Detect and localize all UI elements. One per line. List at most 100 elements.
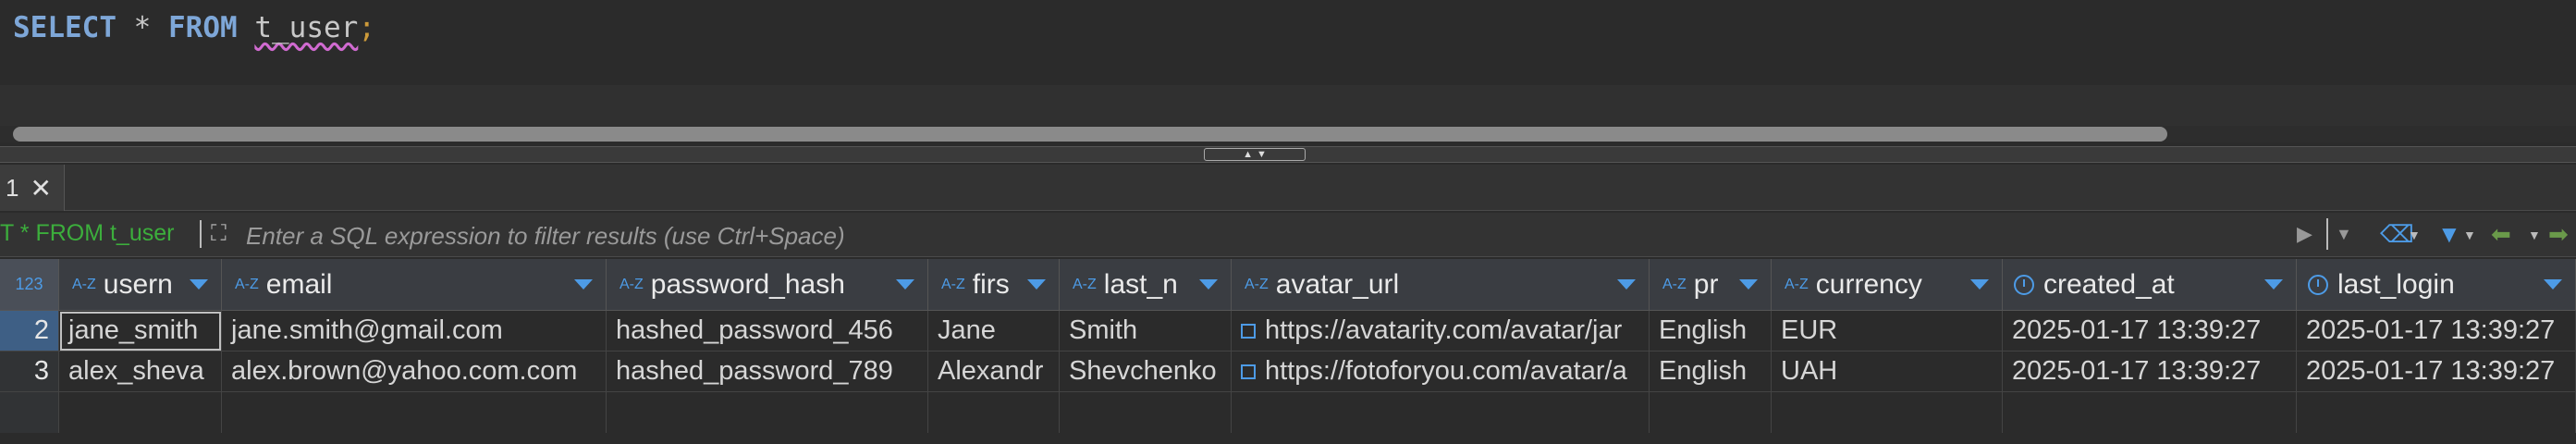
sort-dropdown-icon[interactable] [1199,279,1218,290]
text-type-icon: A-Z [235,276,259,292]
sql-editor[interactable]: SELECT * FROM t_user; [0,0,2576,146]
splitter-toggle-button[interactable]: ▲ ▼ [1204,148,1306,161]
chevron-up-icon: ▲ [1243,149,1253,160]
sort-dropdown-icon[interactable] [896,279,914,290]
sort-dropdown-icon[interactable] [1739,279,1758,290]
table-cell[interactable]: UAH [1772,352,2003,392]
text-type-icon: A-Z [941,276,965,292]
results-tab-label: 1 [6,173,19,202]
editor-scroll-thumb[interactable] [13,127,2167,142]
column-header-currency[interactable]: A-Z currency [1772,259,2003,311]
table-row[interactable]: 2 jane_smith jane.smith@gmail.com hashed_pa… [0,311,2576,352]
table-cell[interactable]: English [1650,311,1772,352]
forward-arrow-icon[interactable]: ➡ [2548,220,2569,249]
table-cell[interactable]: alex_sheva [59,352,222,392]
sort-dropdown-icon[interactable] [1970,279,1989,290]
filter-history-dropdown[interactable]: ▼ [2326,218,2363,250]
table-cell[interactable]: EUR [1772,311,2003,352]
column-header-password-hash[interactable]: A-Z password_hash [607,259,928,311]
sql-table-name: t_user [254,11,359,44]
sort-dropdown-icon[interactable] [574,279,593,290]
column-header-label: email [265,268,333,300]
filter-query-label: T * FROM t_user [0,220,175,246]
sort-dropdown-icon[interactable] [1027,279,1046,290]
table-cell [222,392,607,433]
chevron-down-icon[interactable]: ▼ [2463,228,2476,242]
chevron-down-icon: ▼ [1257,149,1267,160]
table-cell [59,392,222,433]
table-cell [1650,392,1772,433]
table-cell [1232,392,1650,433]
sort-dropdown-icon[interactable] [1617,279,1636,290]
sql-statement[interactable]: SELECT * FROM t_user; [13,11,375,44]
row-number[interactable]: 3 [0,352,59,392]
text-type-icon: A-Z [1245,276,1269,292]
column-header-last-login[interactable]: last_login [2297,259,2576,311]
column-header-last-name[interactable]: A-Z last_n [1060,259,1232,311]
column-header-username[interactable]: A-Z usern [59,259,222,311]
table-cell[interactable]: Smith [1060,311,1232,352]
results-tab-bar: 1 ✕ [0,165,2576,211]
table-cell[interactable]: 2025-01-17 13:39:27 [2003,352,2297,392]
column-header-created-at[interactable]: created_at [2003,259,2297,311]
table-cell[interactable]: Jane [928,311,1060,352]
table-cell[interactable]: hashed_password_789 [607,352,928,392]
clock-icon [2308,274,2328,295]
close-icon[interactable]: ✕ [30,173,51,204]
table-cell [928,392,1060,433]
table-cell[interactable]: Alexandr [928,352,1060,392]
external-link-icon[interactable] [1241,364,1256,380]
column-header-first-name[interactable]: A-Z firs [928,259,1060,311]
filter-bar: T * FROM t_user ⛶ ▶ ▼ ⌫ ▼ ▼ ▼ ⬅ ▼ ➡ [0,213,2576,259]
table-cell[interactable]: https://avatarity.com/avatar/jar [1232,311,1650,352]
table-cell [607,392,928,433]
table-cell [2003,392,2297,433]
row-number[interactable] [0,392,59,433]
editor-current-line [0,85,2576,126]
sql-star: * [133,11,152,44]
table-cell[interactable]: alex.brown@yahoo.com.com [222,352,607,392]
table-cell[interactable]: 2025-01-17 13:39:27 [2297,352,2576,392]
table-cell[interactable]: 2025-01-17 13:39:27 [2003,311,2297,352]
results-tab[interactable]: 1 ✕ [0,165,65,211]
table-cell[interactable]: jane.smith@gmail.com [222,311,607,352]
column-header-label: avatar_url [1275,268,1400,300]
chevron-down-icon[interactable]: ▼ [2408,228,2421,242]
results-grid[interactable]: 123 A-Z usern A-Z email A-Z password_hash A-Z f… [0,259,2576,444]
table-cell[interactable]: hashed_password_456 [607,311,928,352]
column-header-preferred-language[interactable]: A-Z pr [1650,259,1772,311]
sort-dropdown-icon[interactable] [2264,279,2283,290]
clock-icon [2014,274,2034,295]
filter-divider [200,220,202,248]
row-number[interactable]: 2 [0,311,59,352]
table-cell[interactable]: 2025-01-17 13:39:27 [2297,311,2576,352]
cell-text: https://avatarity.com/avatar/jar [1265,315,1623,345]
sort-dropdown-icon[interactable] [2544,279,2562,290]
sort-dropdown-icon[interactable] [190,279,208,290]
column-header-email[interactable]: A-Z email [222,259,607,311]
sql-keyword-select: SELECT [13,11,117,44]
column-header-label: last_login [2337,268,2455,300]
column-header-label: password_hash [650,268,845,300]
external-link-icon[interactable] [1241,324,1256,339]
column-header-avatar-url[interactable]: A-Z avatar_url [1232,259,1650,311]
filter-icon[interactable]: ▼ [2437,220,2461,249]
chevron-down-icon[interactable]: ▼ [2528,228,2541,242]
sql-keyword-from: FROM [168,11,238,44]
row-number-header[interactable]: 123 [0,259,59,311]
cell-text: https://fotoforyou.com/avatar/a [1265,356,1627,386]
filter-input[interactable] [244,213,2282,259]
table-cell [2297,392,2576,433]
table-cell[interactable]: jane_smith [59,311,222,352]
table-cell [1060,392,1232,433]
back-arrow-icon[interactable]: ⬅ [2491,220,2511,249]
table-row[interactable]: 3 alex_sheva alex.brown@yahoo.com.com hashe… [0,352,2576,392]
play-icon[interactable]: ▶ [2297,222,2312,246]
table-cell[interactable]: Shevchenko [1060,352,1232,392]
table-cell[interactable]: https://fotoforyou.com/avatar/a [1232,352,1650,392]
text-type-icon: A-Z [619,276,644,292]
column-header-label: created_at [2043,268,2175,300]
table-cell[interactable]: English [1650,352,1772,392]
expand-icon[interactable]: ⛶ [211,221,237,247]
sql-semicolon: ; [358,11,375,44]
